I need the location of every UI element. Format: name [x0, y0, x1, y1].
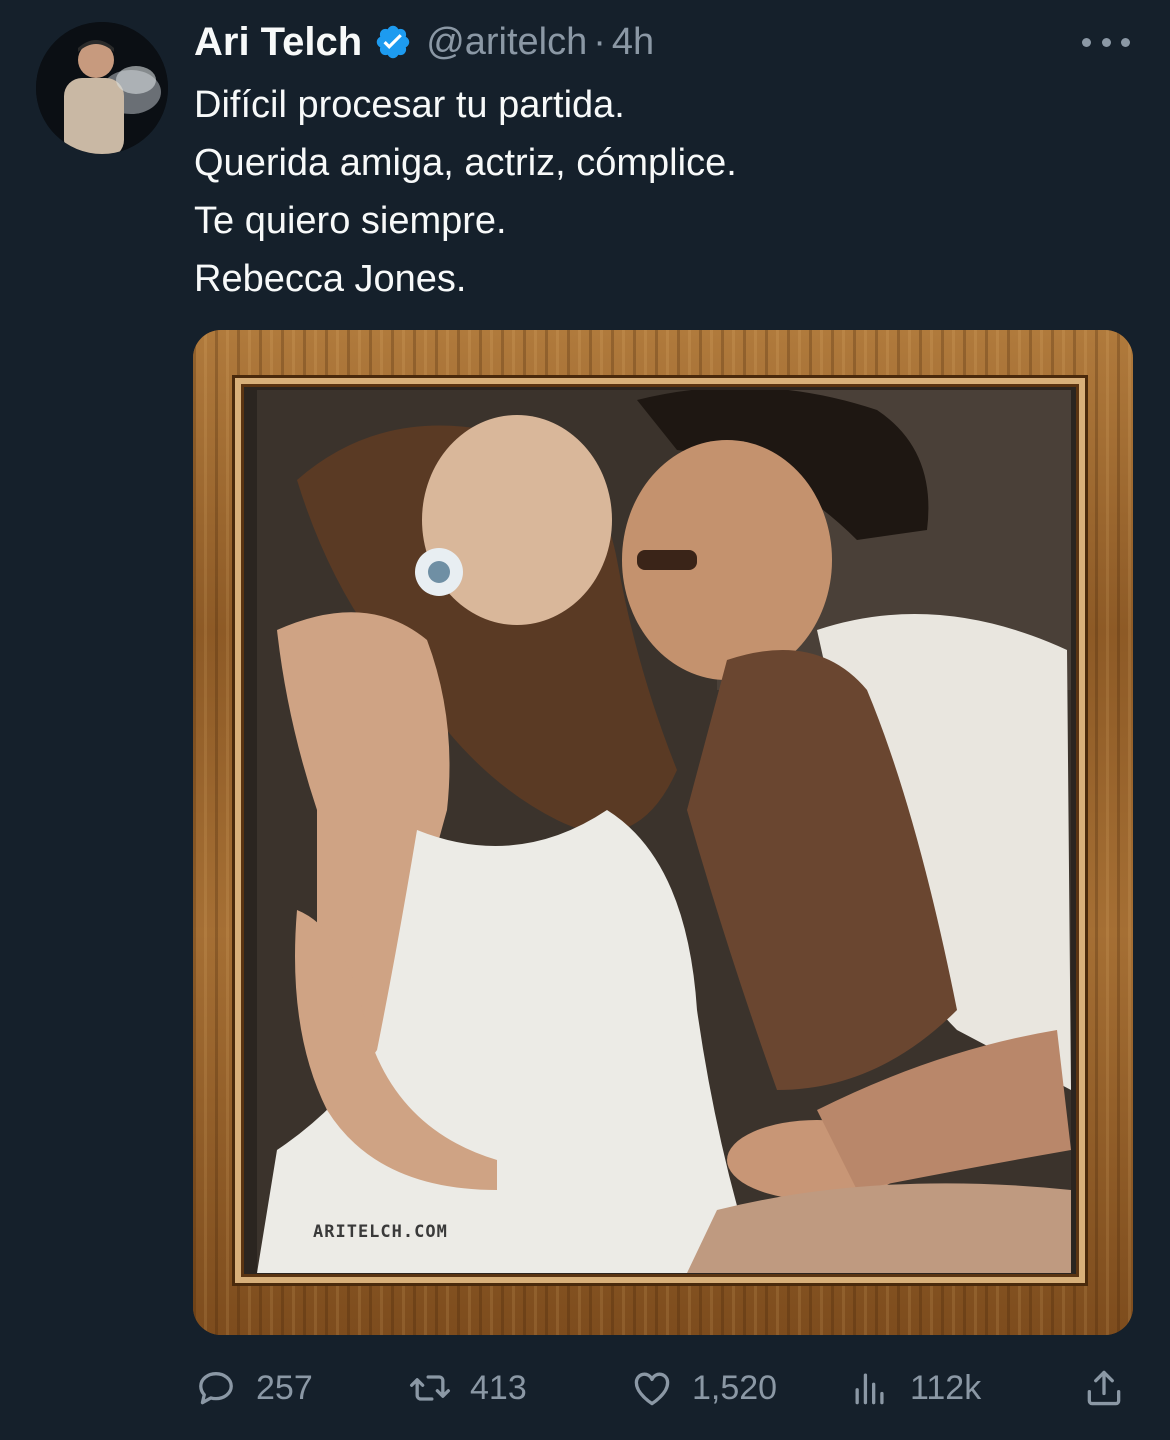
verified-badge-icon — [374, 23, 412, 61]
like-button[interactable]: 1,520 — [630, 1360, 777, 1416]
retweet-button[interactable]: 413 — [408, 1360, 527, 1416]
like-icon — [634, 1372, 670, 1406]
share-button[interactable] — [1082, 1360, 1126, 1416]
views-count: 112k — [910, 1368, 982, 1407]
reply-icon — [199, 1372, 233, 1405]
like-count: 1,520 — [692, 1368, 778, 1407]
photo — [257, 390, 1071, 1273]
share-icon — [1087, 1370, 1121, 1406]
action-bar: 257 413 1,520 112k — [0, 1360, 1170, 1416]
avatar[interactable] — [36, 22, 168, 154]
tweet-text-line: Querida amiga, actriz, cómplice. — [194, 142, 737, 184]
tweet-text: Difícil procesar tu partida. Querida ami… — [194, 76, 737, 308]
reply-count: 257 — [256, 1368, 313, 1407]
tweet-text-line: Rebecca Jones. — [194, 258, 467, 300]
tweet: Ari Telch @aritelch · 4h Difícil procesa… — [0, 0, 1170, 1440]
tweet-text-line: Difícil procesar tu partida. — [194, 84, 625, 126]
retweet-icon — [410, 1375, 450, 1401]
tweet-header: Ari Telch @aritelch · 4h — [194, 14, 654, 70]
reply-button[interactable]: 257 — [194, 1360, 313, 1416]
author-handle[interactable]: @aritelch — [426, 21, 587, 64]
tweet-time[interactable]: 4h — [612, 21, 654, 64]
views-icon — [855, 1373, 884, 1405]
tweet-text-line: Te quiero siempre. — [194, 200, 507, 242]
retweet-count: 413 — [470, 1368, 527, 1407]
media-watermark: ARITELCH.COM — [313, 1222, 448, 1242]
more-icon[interactable] — [1082, 24, 1130, 60]
avatar-image — [36, 22, 168, 154]
tweet-media[interactable]: ARITELCH.COM — [193, 330, 1133, 1335]
author-name[interactable]: Ari Telch — [194, 20, 362, 65]
views-button[interactable]: 112k — [848, 1360, 981, 1416]
separator-dot: · — [593, 20, 606, 63]
